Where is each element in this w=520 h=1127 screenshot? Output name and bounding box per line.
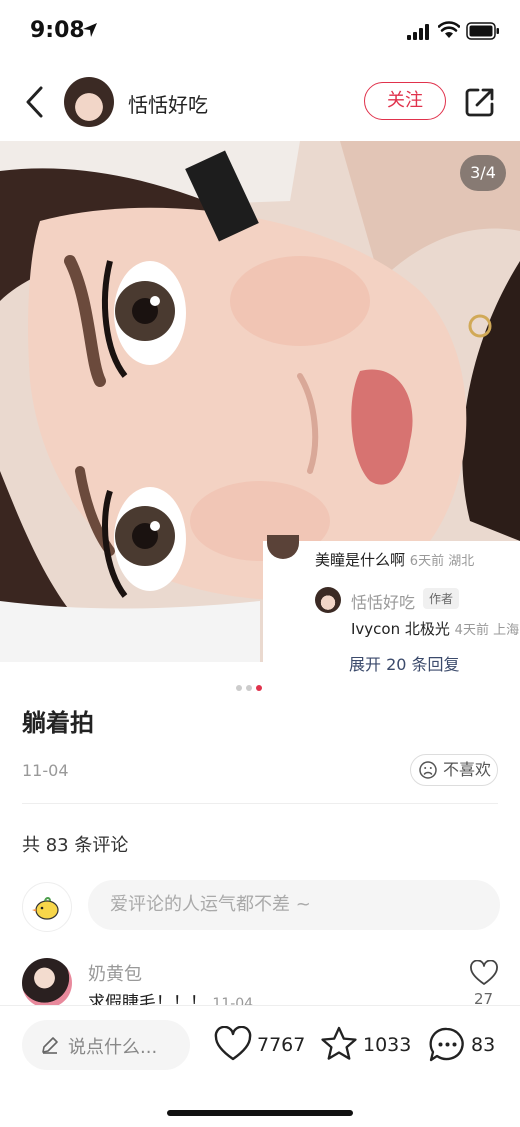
comment-input[interactable]: 爱评论的人运气都不差 ~ — [88, 880, 500, 930]
reply-meta: 4天前 上海 — [454, 623, 520, 638]
reply-author: 恬恬好吃 — [351, 593, 416, 612]
heart-icon[interactable] — [470, 960, 498, 986]
collect-count: 1033 — [363, 1034, 412, 1056]
comment-count: 共 83 条评论 — [22, 835, 129, 856]
share-icon[interactable] — [464, 86, 496, 118]
status-bar: 9:08 — [0, 0, 520, 60]
like-button[interactable]: 7767 — [214, 1025, 305, 1066]
reply-text-row: Ivycon 北极光 4天前 上海 — [351, 618, 519, 639]
comment-author[interactable]: 奶黄包 — [88, 960, 142, 986]
dislike-label: 不喜欢 — [443, 760, 492, 779]
dislike-button[interactable]: 不喜欢 — [410, 754, 498, 786]
comment-preview[interactable]: 美瞳是什么啊 6天前 湖北 恬恬好吃 作者 Ivycon 北极光 4天前 上海 … — [263, 535, 520, 674]
follow-button[interactable]: 关注 — [364, 82, 446, 120]
chat-bubble-icon — [429, 1027, 464, 1062]
sad-face-icon — [419, 761, 437, 779]
reply-author-avatar — [315, 587, 341, 613]
note-header: 恬恬好吃 关注 — [0, 70, 520, 134]
carousel-dot-active — [256, 685, 262, 691]
preview-comment-text: 美瞳是什么啊 — [315, 551, 406, 569]
image-counter: 3/4 — [460, 155, 506, 191]
cellular-signal-icon — [407, 24, 429, 40]
comment-button[interactable]: 83 — [428, 1026, 495, 1066]
author-avatar[interactable] — [64, 77, 114, 127]
preview-comment: 美瞳是什么啊 6天前 湖北 — [315, 549, 474, 570]
commenter-avatar[interactable] — [22, 958, 72, 1008]
chevron-left-icon[interactable] — [20, 84, 50, 120]
home-indicator[interactable] — [167, 1110, 353, 1116]
wifi-icon — [438, 21, 460, 38]
comments-count: 83 — [471, 1034, 496, 1056]
pencil-icon — [42, 1037, 58, 1054]
star-icon — [321, 1026, 357, 1060]
my-avatar — [22, 882, 72, 932]
say-something-label: 说点什么... — [68, 1037, 158, 1058]
heart-icon — [214, 1025, 252, 1061]
location-arrow-icon — [83, 23, 97, 37]
preview-comment-meta: 6天前 湖北 — [409, 554, 475, 569]
chick-icon — [32, 897, 59, 920]
carousel-dot — [236, 685, 242, 691]
collect-button[interactable]: 1033 — [320, 1026, 411, 1066]
post-title: 躺着拍 — [22, 709, 94, 737]
bottom-action-bar: 说点什么... 7767 1033 83 — [0, 1005, 520, 1127]
author-badge: 作者 — [423, 588, 460, 609]
commenter-avatar — [267, 535, 299, 559]
say-something-input[interactable]: 说点什么... — [22, 1020, 190, 1070]
carousel-dot — [246, 685, 252, 691]
expand-replies-link[interactable]: 展开 20 条回复 — [349, 651, 460, 675]
reply-text: Ivycon 北极光 — [351, 620, 450, 638]
status-time: 9:08 — [30, 18, 85, 43]
author-name[interactable]: 恬恬好吃 — [128, 89, 208, 118]
post-date: 11-04 — [22, 761, 69, 780]
divider — [22, 803, 498, 804]
carousel-dots — [236, 676, 266, 691]
battery-icon — [466, 22, 499, 40]
like-count: 7767 — [257, 1034, 306, 1056]
